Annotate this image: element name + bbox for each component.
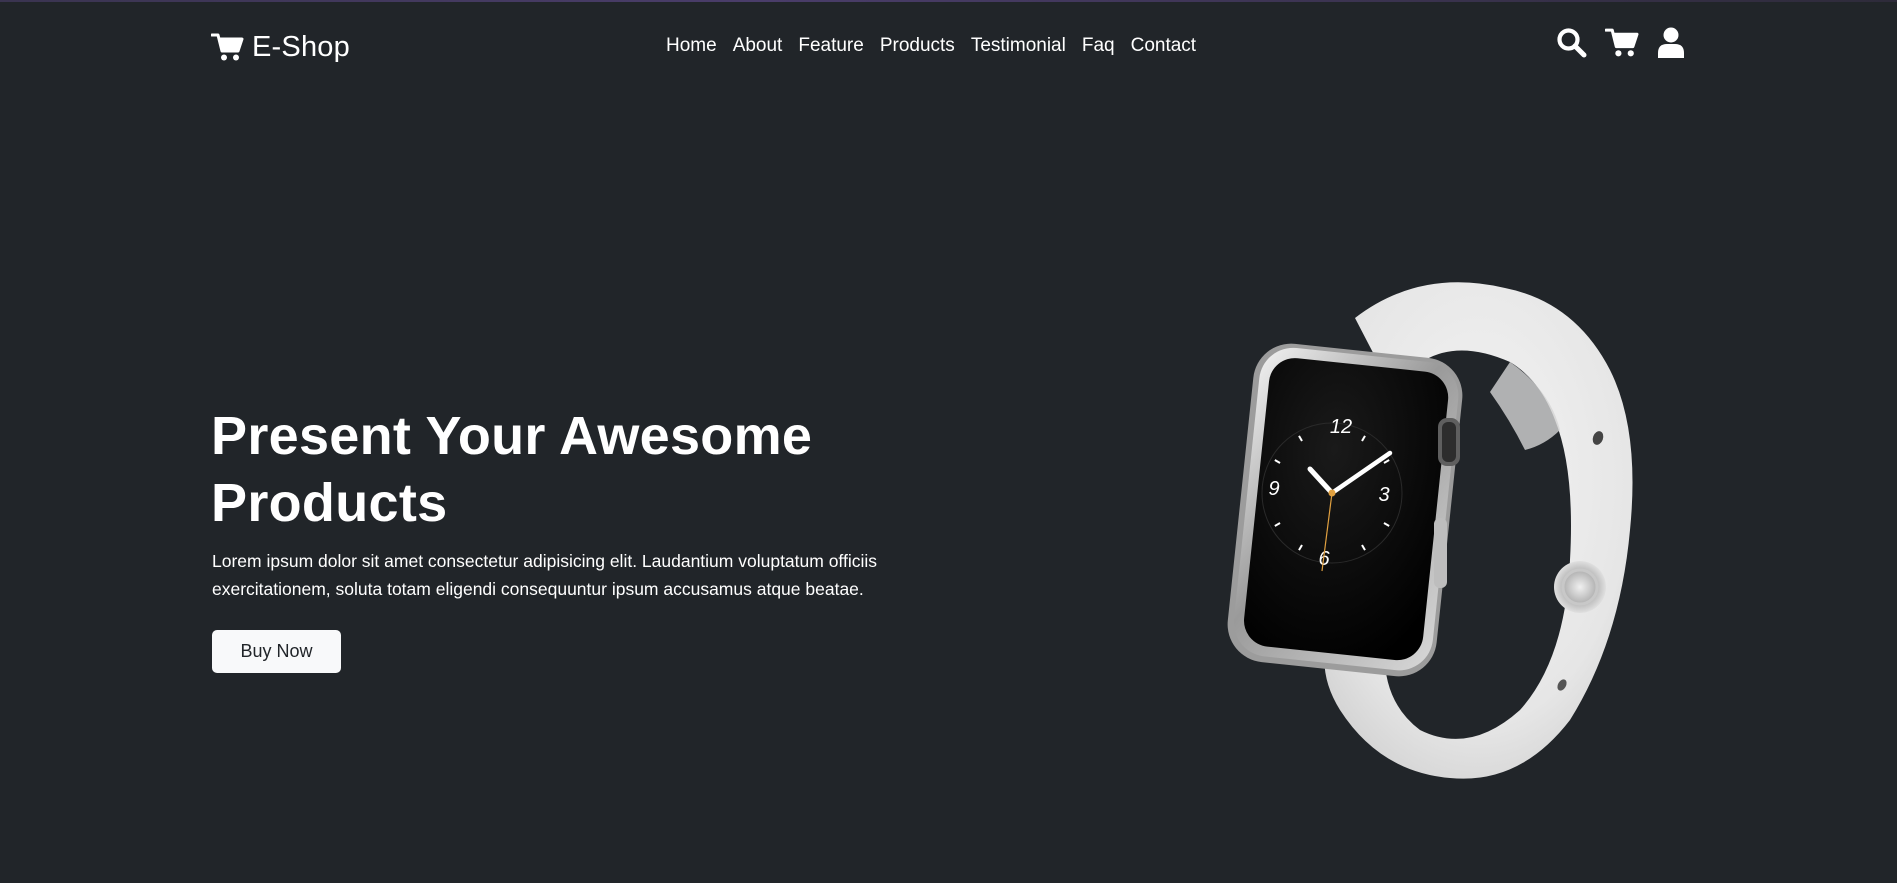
nav-link-feature[interactable]: Feature [790,35,871,57]
cart-icon [211,32,244,62]
dial-numeral-3: 3 [1378,484,1389,506]
brand-name: E-Shop [252,30,350,63]
nav-link-faq[interactable]: Faq [1074,35,1123,57]
search-icon[interactable] [1556,27,1587,63]
buy-now-button[interactable]: Buy Now [212,630,341,673]
nav-links: Home About Feature Products Testimonial … [658,32,1204,60]
hero-description: Lorem ipsum dolor sit amet consectetur a… [212,551,877,599]
nav-link-home[interactable]: Home [658,35,725,57]
nav-icons [1556,27,1685,63]
nav-link-about[interactable]: About [725,35,791,57]
cart-icon[interactable] [1604,27,1639,63]
nav-link-testimonial[interactable]: Testimonial [963,35,1074,57]
brand-logo[interactable]: E-Shop [211,28,350,66]
navbar: E-Shop Home About Feature Products Testi… [0,2,1897,88]
smartwatch-image: 12 3 6 9 [1227,282,1633,779]
nav-link-products[interactable]: Products [872,35,963,57]
user-icon[interactable] [1657,27,1685,63]
hero-title: Present Your Awesome Products [211,406,813,533]
nav-link-contact[interactable]: Contact [1123,35,1204,57]
dial-numeral-9: 9 [1268,478,1279,500]
dial-numeral-12: 12 [1330,416,1352,438]
